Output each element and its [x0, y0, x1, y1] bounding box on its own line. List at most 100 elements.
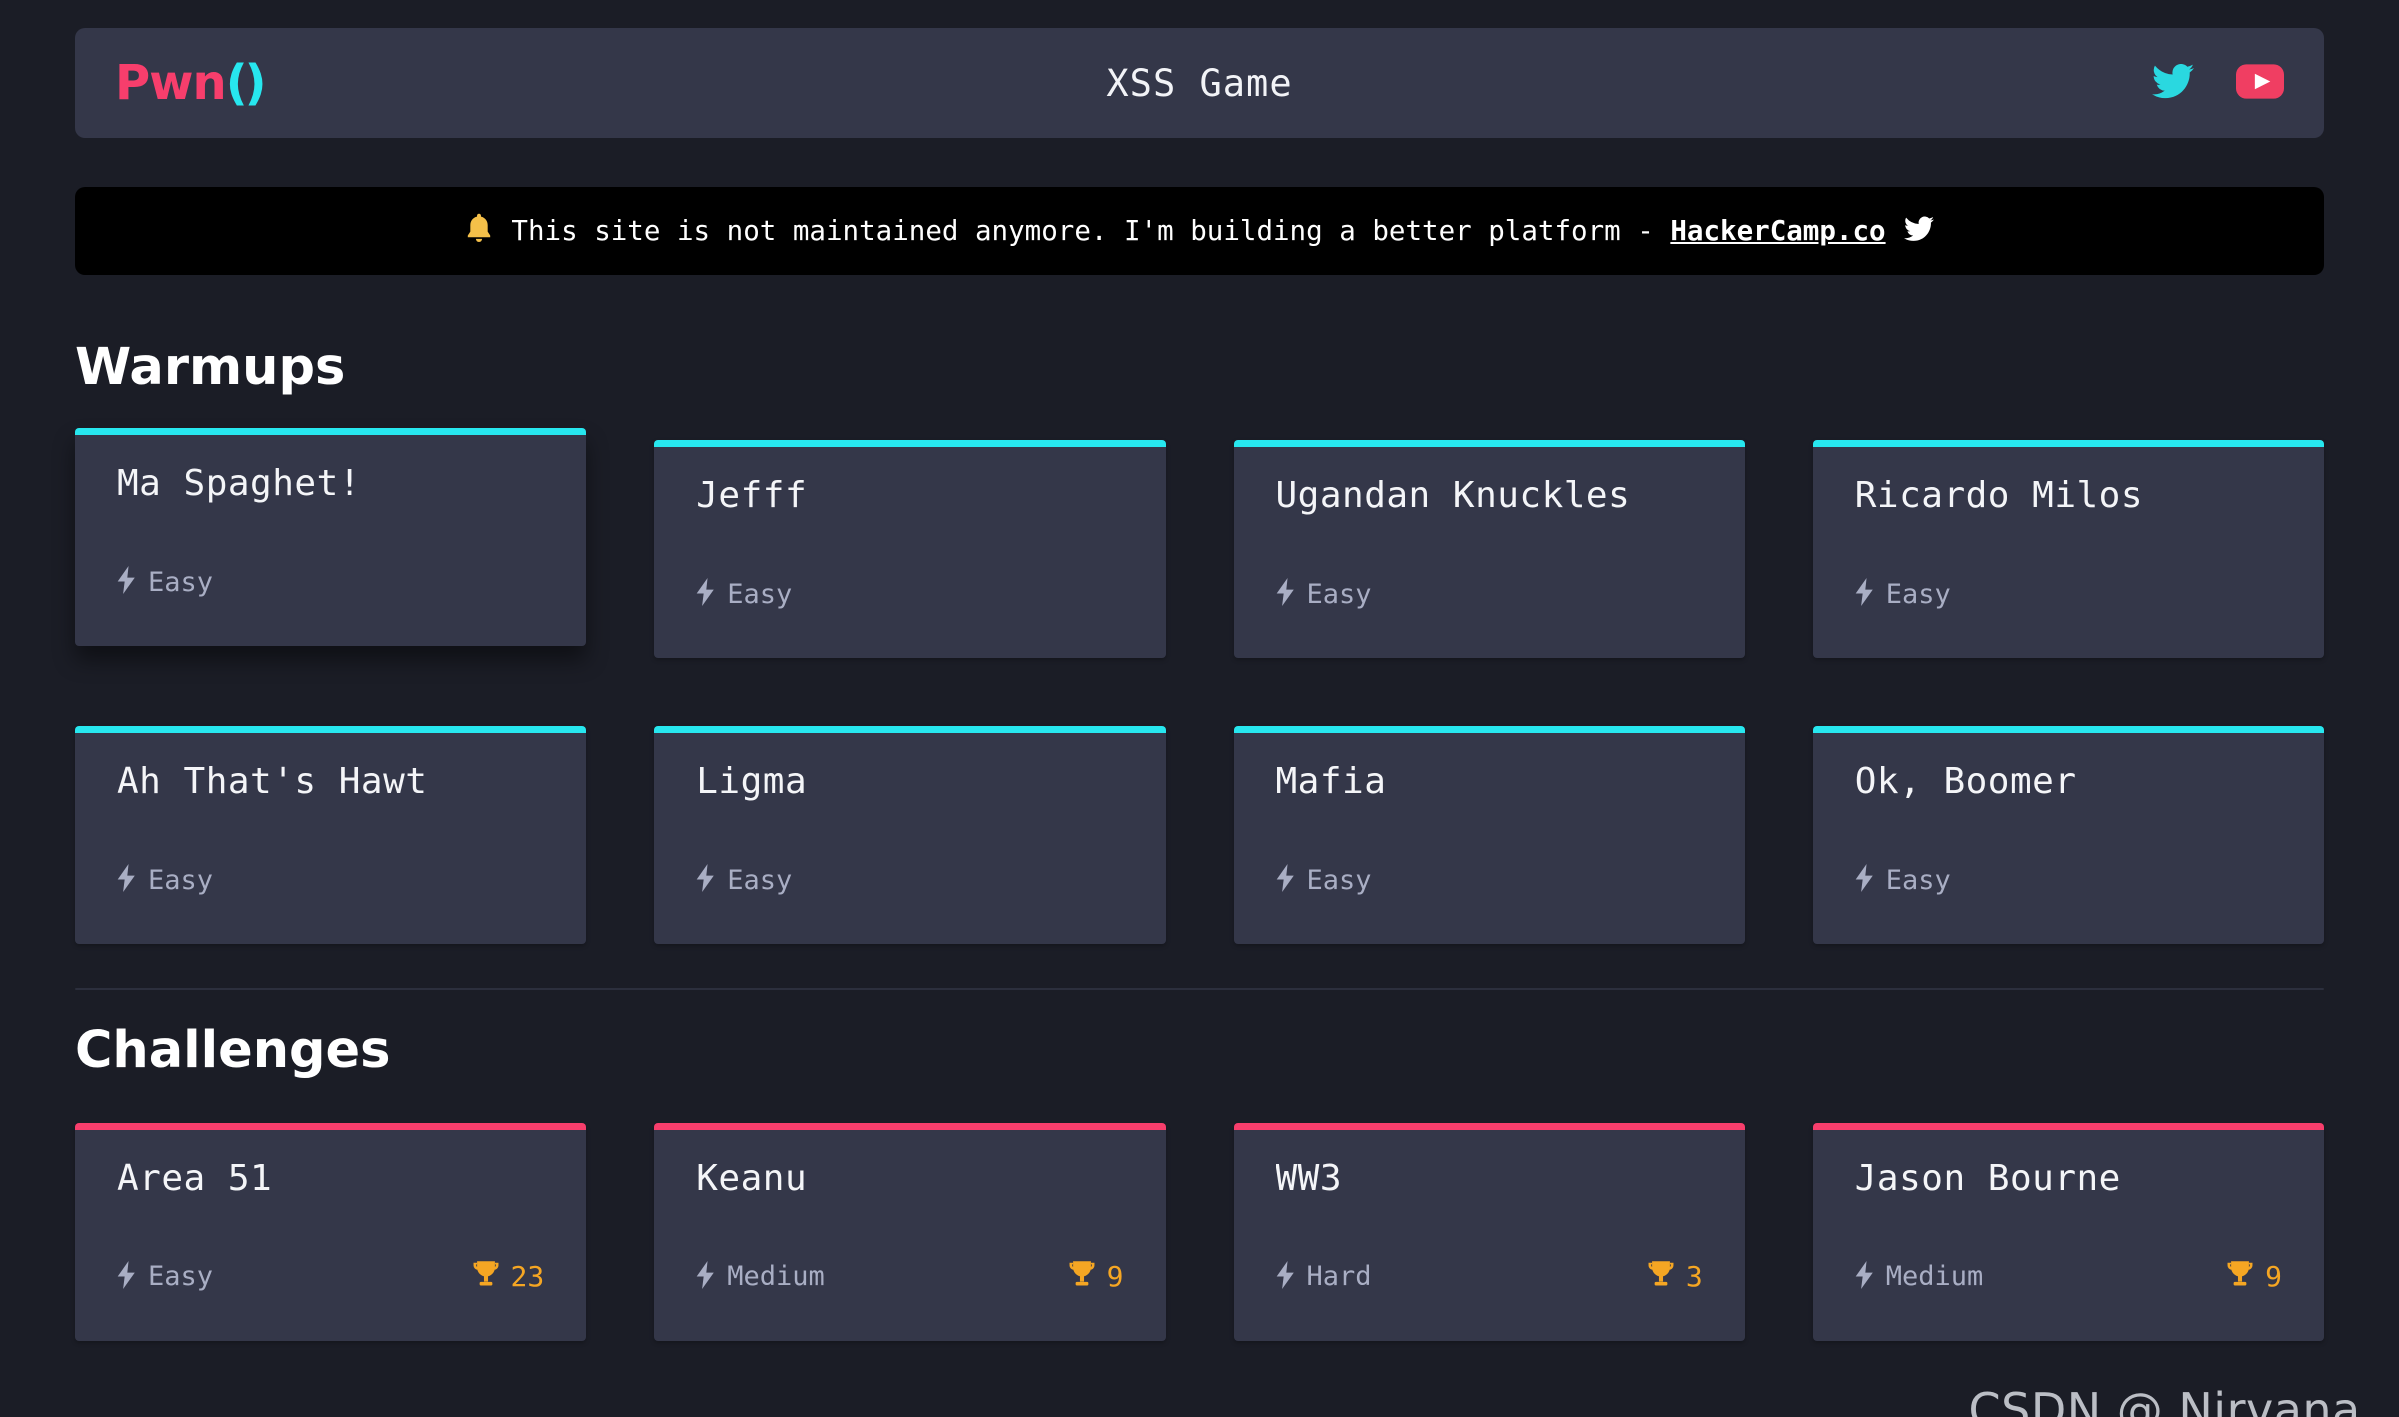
challenge-card[interactable]: Jason Bourne Medium 9 — [1812, 1123, 2324, 1341]
difficulty-label: Medium — [727, 1261, 825, 1292]
solve-count-label: 9 — [1106, 1260, 1124, 1293]
challenge-card[interactable]: Ok, Boomer Easy — [1812, 726, 2324, 944]
challenges-card-grid: Area 51 Easy 23 Keanu Medium 9 WW3 Hard 3 Jason B… — [75, 1123, 2324, 1341]
challenge-card-title: Keanu — [696, 1158, 808, 1199]
difficulty-badge: Easy — [1276, 864, 1372, 896]
challenge-card-title: Mafia — [1275, 761, 1387, 802]
notice-message: This site is not maintained anymore. I'm… — [511, 215, 1671, 247]
bolt-icon — [1276, 864, 1296, 896]
challenge-card[interactable]: Ma Spaghet! Easy — [75, 428, 587, 646]
challenge-card[interactable]: Ricardo Milos Easy — [1812, 440, 2324, 658]
difficulty-label: Easy — [148, 864, 214, 896]
challenge-card-title: Ah That's Hawt — [117, 761, 428, 802]
challenge-card-title: Jefff — [696, 475, 808, 516]
bolt-icon — [1855, 1260, 1875, 1293]
youtube-icon[interactable] — [2236, 63, 2284, 103]
challenge-card[interactable]: Area 51 Easy 23 — [75, 1123, 587, 1341]
difficulty-label: Easy — [1885, 864, 1951, 896]
difficulty-badge: Easy — [1276, 578, 1372, 610]
bolt-icon — [1276, 1260, 1296, 1293]
difficulty-label: Easy — [1306, 864, 1372, 896]
challenge-card-meta: Easy — [117, 566, 544, 598]
difficulty-badge: Easy — [696, 578, 792, 610]
maintenance-notice-banner: This site is not maintained anymore. I'm… — [75, 187, 2324, 275]
csdn-watermark: CSDN @.Nirvana.. — [1968, 1383, 2391, 1417]
challenge-card[interactable]: Jefff Easy — [654, 440, 1166, 658]
challenge-card-title: Ok, Boomer — [1854, 761, 2077, 802]
logo-text-accent: () — [225, 55, 267, 111]
difficulty-badge: Easy — [117, 566, 213, 598]
solve-count-badge: 9 — [1068, 1260, 1124, 1293]
challenge-card[interactable]: Mafia Easy — [1233, 726, 1745, 944]
difficulty-badge: Easy — [1855, 864, 1951, 896]
section-divider — [75, 988, 2324, 990]
challenge-card-meta: Easy — [1855, 864, 2282, 896]
challenge-card-meta: Medium 9 — [1855, 1260, 2282, 1293]
difficulty-badge: Easy — [117, 1260, 214, 1293]
notice-text: This site is not maintained anymore. I'm… — [511, 215, 1885, 247]
solve-count-badge: 23 — [472, 1260, 545, 1293]
trophy-icon — [2226, 1260, 2254, 1293]
difficulty-badge: Hard — [1276, 1260, 1372, 1293]
bolt-icon — [696, 1260, 716, 1293]
solve-count-label: 23 — [510, 1260, 545, 1293]
challenge-card-title: WW3 — [1275, 1158, 1343, 1199]
difficulty-label: Hard — [1306, 1261, 1372, 1292]
challenge-card-meta: Medium 9 — [696, 1260, 1124, 1293]
hackercamp-link[interactable]: HackerCamp.co — [1670, 215, 1885, 247]
challenge-card[interactable]: Ugandan Knuckles Easy — [1233, 440, 1745, 658]
difficulty-label: Easy — [727, 864, 793, 896]
bolt-icon — [117, 864, 137, 896]
twitter-icon[interactable] — [1903, 216, 1934, 246]
solve-count-badge: 3 — [1647, 1260, 1703, 1293]
bolt-icon — [696, 864, 716, 896]
difficulty-label: Easy — [1306, 578, 1372, 610]
bolt-icon — [696, 578, 716, 610]
challenge-card-title: Ugandan Knuckles — [1275, 475, 1631, 516]
challenge-card[interactable]: Ah That's Hawt Easy — [75, 726, 587, 944]
logo-text-primary: Pwn — [115, 55, 227, 111]
site-header: Pwn() XSS Game — [75, 28, 2324, 138]
challenge-card-title: Area 51 — [117, 1158, 273, 1199]
difficulty-label: Easy — [148, 1261, 214, 1292]
site-logo[interactable]: Pwn() — [115, 55, 267, 111]
challenge-card-meta: Easy 23 — [117, 1260, 544, 1293]
challenge-card-title: Jason Bourne — [1854, 1158, 2121, 1199]
difficulty-badge: Medium — [1855, 1260, 1984, 1293]
solve-count-label: 9 — [2265, 1260, 2282, 1293]
page-root: Pwn() XSS Game This site is not maintain… — [0, 28, 2399, 1417]
trophy-icon — [472, 1260, 500, 1293]
header-social-links — [2152, 63, 2284, 103]
section-heading-warmups: Warmups — [75, 338, 346, 397]
challenge-card-title: Ma Spaghet! — [117, 463, 361, 504]
solve-count-badge: 9 — [2226, 1260, 2282, 1293]
section-heading-challenges: Challenges — [75, 1021, 391, 1080]
challenge-card-title: Ricardo Milos — [1854, 475, 2144, 516]
trophy-icon — [1647, 1260, 1675, 1293]
challenge-card[interactable]: Ligma Easy — [654, 726, 1166, 944]
bolt-icon — [1276, 578, 1296, 610]
trophy-icon — [1068, 1260, 1096, 1293]
difficulty-badge: Medium — [696, 1260, 825, 1293]
difficulty-label: Medium — [1885, 1261, 1984, 1292]
challenge-card[interactable]: WW3 Hard 3 — [1233, 1123, 1745, 1341]
challenge-card-meta: Easy — [1276, 578, 1703, 610]
challenge-card[interactable]: Keanu Medium 9 — [654, 1123, 1166, 1341]
difficulty-label: Easy — [148, 566, 214, 598]
bolt-icon — [117, 566, 137, 598]
bolt-icon — [1855, 578, 1875, 610]
difficulty-badge: Easy — [117, 864, 213, 896]
challenge-card-meta: Easy — [696, 578, 1123, 610]
challenge-card-meta: Easy — [696, 864, 1123, 896]
challenge-card-title: Ligma — [696, 761, 808, 802]
bell-icon — [465, 212, 493, 250]
twitter-icon[interactable] — [2152, 63, 2194, 103]
difficulty-label: Easy — [727, 578, 793, 610]
difficulty-badge: Easy — [1855, 578, 1951, 610]
difficulty-badge: Easy — [696, 864, 792, 896]
bolt-icon — [1855, 864, 1875, 896]
challenge-card-meta: Easy — [1855, 578, 2282, 610]
bolt-icon — [117, 1260, 137, 1293]
challenge-card-meta: Easy — [117, 864, 544, 896]
challenge-card-meta: Hard 3 — [1276, 1260, 1703, 1293]
